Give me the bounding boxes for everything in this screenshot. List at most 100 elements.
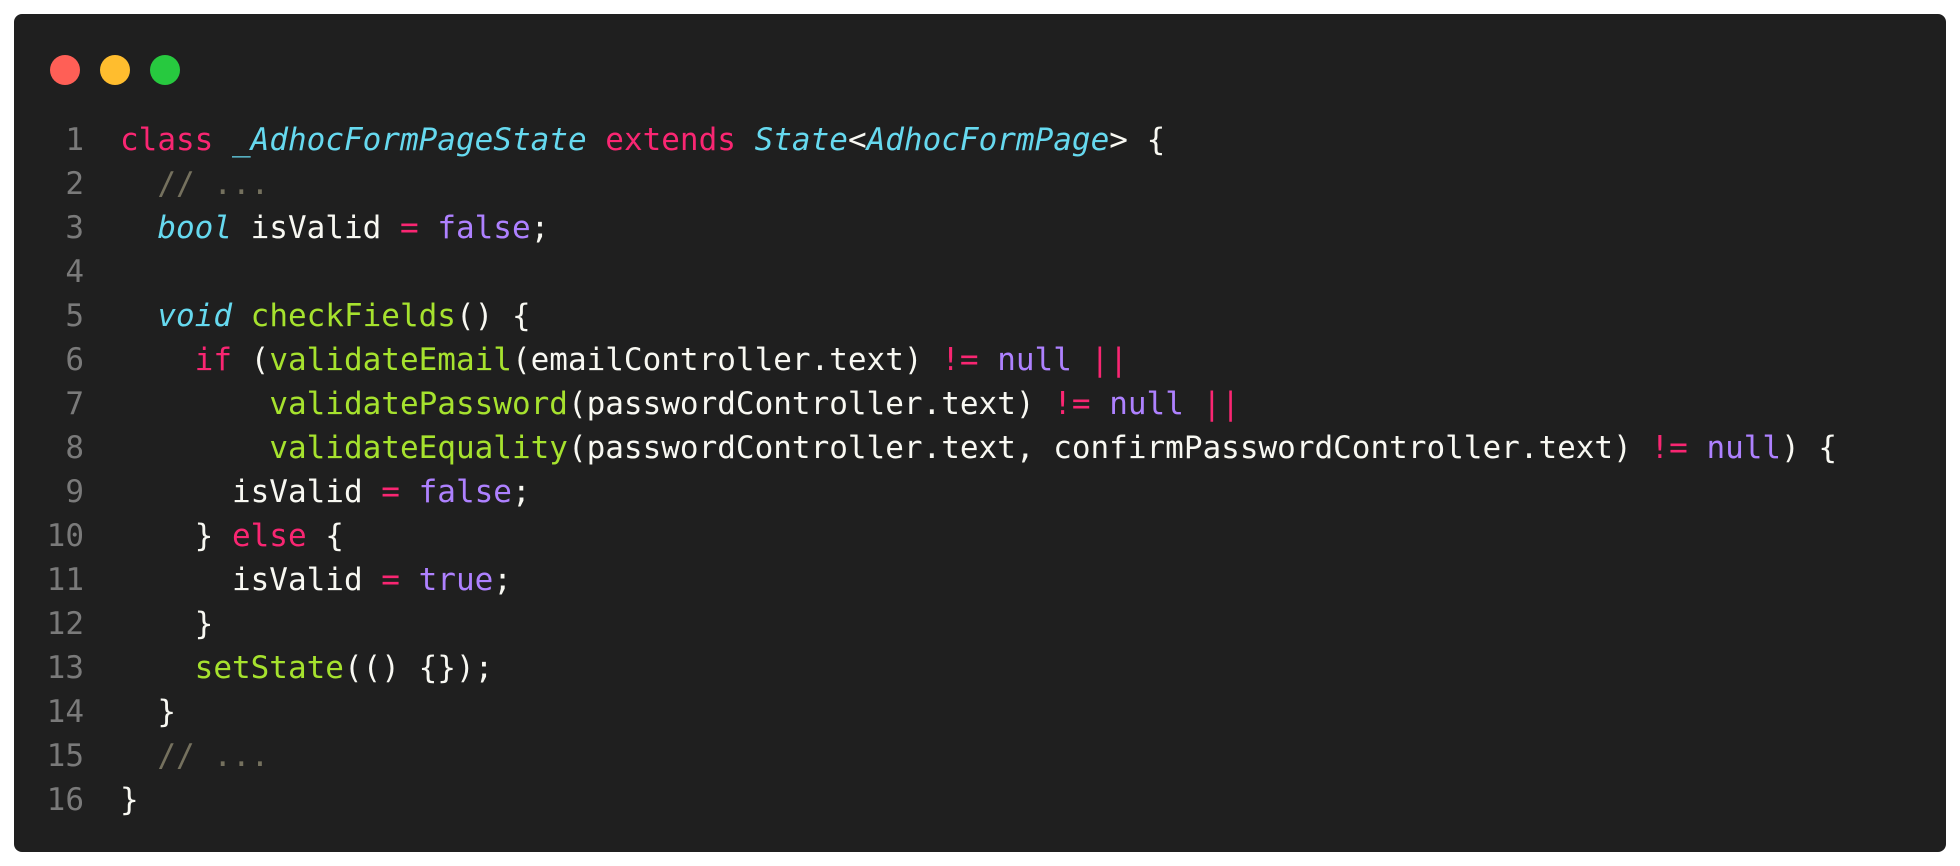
code-token-plain: (() {}); [343, 650, 494, 686]
line-content: bool isValid = false; [84, 206, 549, 250]
line-number: 12 [46, 606, 84, 642]
code-token-operator: || [1090, 342, 1128, 378]
line-content: void checkFields() { [84, 294, 531, 338]
code-token-operator: != [1053, 386, 1091, 422]
line-number: 4 [65, 254, 84, 290]
code-line: 2 // ... [14, 162, 1946, 206]
code-token-plain: isValid [120, 562, 382, 598]
code-token-plain: } [120, 606, 214, 642]
code-line: 7 validatePassword(passwordController.te… [14, 382, 1946, 426]
code-token-plain: isValid [120, 474, 382, 510]
code-token-operator: = [381, 474, 400, 510]
minimize-button[interactable] [100, 55, 130, 85]
code-token-function: setState [194, 650, 344, 686]
code-line: 16} [14, 778, 1946, 822]
code-token-comment: // ... [157, 738, 270, 774]
code-token-constant: false [437, 210, 531, 246]
code-token-plain: ; [530, 210, 550, 246]
line-content [84, 250, 120, 294]
code-token-plain: (emailController.text) [511, 342, 942, 378]
code-token-plain: ; [493, 562, 512, 598]
code-token-plain: { [306, 518, 344, 554]
line-number: 13 [46, 650, 84, 686]
code-token-plain: (passwordController.text, confirmPasswor… [567, 430, 1651, 466]
line-content: validatePassword(passwordController.text… [84, 382, 1240, 426]
line-number: 16 [46, 782, 84, 818]
code-token-function: validateEquality [269, 430, 568, 466]
line-number: 11 [46, 562, 84, 598]
code-token-plain: isValid [231, 210, 400, 246]
code-window: 1 class _AdhocFormPageState extends State… [14, 14, 1946, 852]
code-token-comment: // ... [157, 166, 270, 202]
code-token-constant: false [418, 474, 512, 510]
code-token-type: void [157, 298, 232, 334]
maximize-button[interactable] [150, 55, 180, 85]
code-line: 1 class _AdhocFormPageState extends State… [14, 118, 1946, 162]
line-content: } [84, 690, 176, 734]
line-content: isValid = false; [84, 470, 531, 514]
line-content: class _AdhocFormPageState extends State<… [84, 118, 1165, 162]
code-token-plain: ( [231, 342, 270, 378]
code-line: 14 } [14, 690, 1946, 734]
code-line: 5 void checkFields() { [14, 294, 1946, 338]
code-token-operator: = [381, 562, 400, 598]
line-number: 3 [65, 210, 84, 246]
window-controls [50, 55, 180, 85]
code-token-plain: > { [1109, 122, 1166, 158]
line-number: 2 [65, 166, 84, 202]
code-token-keyword: class [120, 122, 214, 158]
line-content: // ... [84, 162, 269, 206]
line-number: 15 [46, 738, 84, 774]
code-token-constant: null [1109, 386, 1184, 422]
code-line: 4 [14, 250, 1946, 294]
line-content: } [84, 778, 139, 822]
code-line: 9 isValid = false; [14, 470, 1946, 514]
code-token-plain: ) { [1781, 430, 1838, 466]
code-token-operator: = [399, 210, 419, 246]
code-token-constant: null [1706, 430, 1782, 466]
code-line: 13 setState(() {}); [14, 646, 1946, 690]
line-content: if (validateEmail(emailController.text) … [84, 338, 1128, 382]
line-number: 10 [46, 518, 84, 554]
code-token-plain: } [120, 518, 232, 554]
code-token-type: bool [157, 210, 232, 246]
code-token-keyword: if [194, 342, 232, 378]
code-token-plain: } [120, 694, 176, 730]
code-token-keyword: extends [605, 122, 736, 158]
code-token-plain: () { [455, 298, 531, 334]
line-number: 6 [65, 342, 84, 378]
code-token-type: _AdhocFormPageState [232, 122, 587, 158]
code-token-function: validatePassword [269, 386, 568, 422]
code-token-constant: true [418, 562, 494, 598]
code-line: 12 } [14, 602, 1946, 646]
code-token-operator: != [1650, 430, 1688, 466]
code-token-plain: (passwordController.text) [567, 386, 1054, 422]
code-token-plain: < [847, 122, 867, 158]
close-button[interactable] [50, 55, 80, 85]
code-token-function: validateEmail [269, 342, 512, 378]
line-number: 9 [65, 474, 84, 510]
code-line: 15 // ... [14, 734, 1946, 778]
code-token-type: AdhocFormPage [866, 122, 1110, 158]
line-content: isValid = true; [84, 558, 512, 602]
code-token-type: State [754, 122, 848, 158]
line-content: // ... [84, 734, 269, 778]
code-token-keyword: else [231, 518, 307, 554]
